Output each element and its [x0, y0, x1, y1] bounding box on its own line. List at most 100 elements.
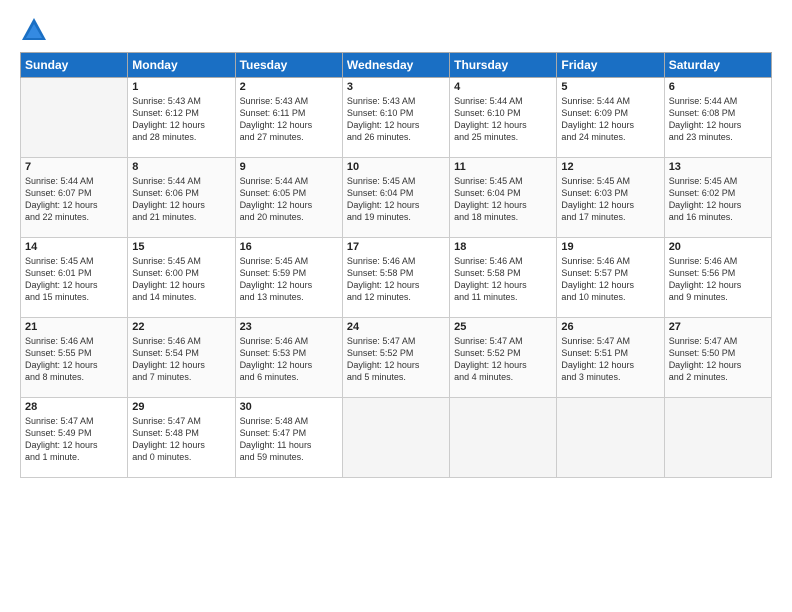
calendar-cell: 3 Sunrise: 5:43 AMSunset: 6:10 PMDaylight…	[342, 78, 449, 158]
cell-content: Sunrise: 5:46 AMSunset: 5:54 PMDaylight:…	[132, 335, 230, 384]
calendar-cell: 26 Sunrise: 5:47 AMSunset: 5:51 PMDayligh…	[557, 318, 664, 398]
calendar-cell: 24 Sunrise: 5:47 AMSunset: 5:52 PMDayligh…	[342, 318, 449, 398]
header-cell-friday: Friday	[557, 53, 664, 78]
cell-content: Sunrise: 5:47 AMSunset: 5:49 PMDaylight:…	[25, 415, 123, 464]
day-number: 5	[561, 81, 659, 93]
day-number: 17	[347, 241, 445, 253]
day-number: 15	[132, 241, 230, 253]
day-number: 11	[454, 161, 552, 173]
calendar-cell: 15 Sunrise: 5:45 AMSunset: 6:00 PMDayligh…	[128, 238, 235, 318]
day-number: 27	[669, 321, 767, 333]
calendar-cell	[664, 398, 771, 478]
cell-content: Sunrise: 5:47 AMSunset: 5:50 PMDaylight:…	[669, 335, 767, 384]
calendar-cell: 29 Sunrise: 5:47 AMSunset: 5:48 PMDayligh…	[128, 398, 235, 478]
calendar-cell: 22 Sunrise: 5:46 AMSunset: 5:54 PMDayligh…	[128, 318, 235, 398]
day-number: 29	[132, 401, 230, 413]
calendar-cell	[450, 398, 557, 478]
day-number: 2	[240, 81, 338, 93]
day-number: 13	[669, 161, 767, 173]
day-number: 28	[25, 401, 123, 413]
header-cell-sunday: Sunday	[21, 53, 128, 78]
cell-content: Sunrise: 5:44 AMSunset: 6:07 PMDaylight:…	[25, 175, 123, 224]
cell-content: Sunrise: 5:46 AMSunset: 5:58 PMDaylight:…	[347, 255, 445, 304]
cell-content: Sunrise: 5:45 AMSunset: 5:59 PMDaylight:…	[240, 255, 338, 304]
calendar-cell: 5 Sunrise: 5:44 AMSunset: 6:09 PMDaylight…	[557, 78, 664, 158]
calendar-cell	[21, 78, 128, 158]
calendar-cell: 14 Sunrise: 5:45 AMSunset: 6:01 PMDayligh…	[21, 238, 128, 318]
cell-content: Sunrise: 5:44 AMSunset: 6:10 PMDaylight:…	[454, 95, 552, 144]
day-number: 1	[132, 81, 230, 93]
calendar-cell: 7 Sunrise: 5:44 AMSunset: 6:07 PMDaylight…	[21, 158, 128, 238]
week-row-1: 7 Sunrise: 5:44 AMSunset: 6:07 PMDaylight…	[21, 158, 772, 238]
calendar-cell: 8 Sunrise: 5:44 AMSunset: 6:06 PMDaylight…	[128, 158, 235, 238]
calendar-cell: 4 Sunrise: 5:44 AMSunset: 6:10 PMDaylight…	[450, 78, 557, 158]
day-number: 23	[240, 321, 338, 333]
calendar-cell	[342, 398, 449, 478]
week-row-3: 21 Sunrise: 5:46 AMSunset: 5:55 PMDayligh…	[21, 318, 772, 398]
cell-content: Sunrise: 5:45 AMSunset: 6:03 PMDaylight:…	[561, 175, 659, 224]
calendar-cell: 12 Sunrise: 5:45 AMSunset: 6:03 PMDayligh…	[557, 158, 664, 238]
calendar-cell: 27 Sunrise: 5:47 AMSunset: 5:50 PMDayligh…	[664, 318, 771, 398]
cell-content: Sunrise: 5:47 AMSunset: 5:52 PMDaylight:…	[454, 335, 552, 384]
day-number: 24	[347, 321, 445, 333]
cell-content: Sunrise: 5:45 AMSunset: 6:01 PMDaylight:…	[25, 255, 123, 304]
calendar-cell: 9 Sunrise: 5:44 AMSunset: 6:05 PMDaylight…	[235, 158, 342, 238]
day-number: 3	[347, 81, 445, 93]
calendar-cell: 19 Sunrise: 5:46 AMSunset: 5:57 PMDayligh…	[557, 238, 664, 318]
day-number: 20	[669, 241, 767, 253]
cell-content: Sunrise: 5:43 AMSunset: 6:10 PMDaylight:…	[347, 95, 445, 144]
page: SundayMondayTuesdayWednesdayThursdayFrid…	[0, 0, 792, 612]
day-number: 8	[132, 161, 230, 173]
header	[20, 16, 772, 44]
header-row: SundayMondayTuesdayWednesdayThursdayFrid…	[21, 53, 772, 78]
day-number: 16	[240, 241, 338, 253]
day-number: 21	[25, 321, 123, 333]
header-cell-saturday: Saturday	[664, 53, 771, 78]
calendar-cell	[557, 398, 664, 478]
header-cell-tuesday: Tuesday	[235, 53, 342, 78]
calendar-table: SundayMondayTuesdayWednesdayThursdayFrid…	[20, 52, 772, 478]
cell-content: Sunrise: 5:46 AMSunset: 5:53 PMDaylight:…	[240, 335, 338, 384]
calendar-cell: 10 Sunrise: 5:45 AMSunset: 6:04 PMDayligh…	[342, 158, 449, 238]
day-number: 9	[240, 161, 338, 173]
day-number: 19	[561, 241, 659, 253]
cell-content: Sunrise: 5:45 AMSunset: 6:04 PMDaylight:…	[454, 175, 552, 224]
day-number: 26	[561, 321, 659, 333]
calendar-cell: 17 Sunrise: 5:46 AMSunset: 5:58 PMDayligh…	[342, 238, 449, 318]
day-number: 14	[25, 241, 123, 253]
week-row-4: 28 Sunrise: 5:47 AMSunset: 5:49 PMDayligh…	[21, 398, 772, 478]
calendar-cell: 23 Sunrise: 5:46 AMSunset: 5:53 PMDayligh…	[235, 318, 342, 398]
cell-content: Sunrise: 5:47 AMSunset: 5:51 PMDaylight:…	[561, 335, 659, 384]
cell-content: Sunrise: 5:43 AMSunset: 6:11 PMDaylight:…	[240, 95, 338, 144]
cell-content: Sunrise: 5:48 AMSunset: 5:47 PMDaylight:…	[240, 415, 338, 464]
day-number: 22	[132, 321, 230, 333]
cell-content: Sunrise: 5:46 AMSunset: 5:56 PMDaylight:…	[669, 255, 767, 304]
cell-content: Sunrise: 5:44 AMSunset: 6:09 PMDaylight:…	[561, 95, 659, 144]
day-number: 12	[561, 161, 659, 173]
calendar-cell: 2 Sunrise: 5:43 AMSunset: 6:11 PMDaylight…	[235, 78, 342, 158]
cell-content: Sunrise: 5:46 AMSunset: 5:55 PMDaylight:…	[25, 335, 123, 384]
header-cell-monday: Monday	[128, 53, 235, 78]
cell-content: Sunrise: 5:46 AMSunset: 5:57 PMDaylight:…	[561, 255, 659, 304]
logo-icon	[20, 16, 48, 44]
cell-content: Sunrise: 5:47 AMSunset: 5:52 PMDaylight:…	[347, 335, 445, 384]
cell-content: Sunrise: 5:47 AMSunset: 5:48 PMDaylight:…	[132, 415, 230, 464]
cell-content: Sunrise: 5:44 AMSunset: 6:06 PMDaylight:…	[132, 175, 230, 224]
calendar-cell: 6 Sunrise: 5:44 AMSunset: 6:08 PMDaylight…	[664, 78, 771, 158]
day-number: 7	[25, 161, 123, 173]
calendar-cell: 20 Sunrise: 5:46 AMSunset: 5:56 PMDayligh…	[664, 238, 771, 318]
calendar-cell: 25 Sunrise: 5:47 AMSunset: 5:52 PMDayligh…	[450, 318, 557, 398]
day-number: 18	[454, 241, 552, 253]
day-number: 6	[669, 81, 767, 93]
day-number: 30	[240, 401, 338, 413]
cell-content: Sunrise: 5:46 AMSunset: 5:58 PMDaylight:…	[454, 255, 552, 304]
cell-content: Sunrise: 5:44 AMSunset: 6:08 PMDaylight:…	[669, 95, 767, 144]
cell-content: Sunrise: 5:45 AMSunset: 6:00 PMDaylight:…	[132, 255, 230, 304]
day-number: 25	[454, 321, 552, 333]
cell-content: Sunrise: 5:44 AMSunset: 6:05 PMDaylight:…	[240, 175, 338, 224]
day-number: 4	[454, 81, 552, 93]
header-cell-wednesday: Wednesday	[342, 53, 449, 78]
day-number: 10	[347, 161, 445, 173]
cell-content: Sunrise: 5:45 AMSunset: 6:04 PMDaylight:…	[347, 175, 445, 224]
logo	[20, 16, 52, 44]
